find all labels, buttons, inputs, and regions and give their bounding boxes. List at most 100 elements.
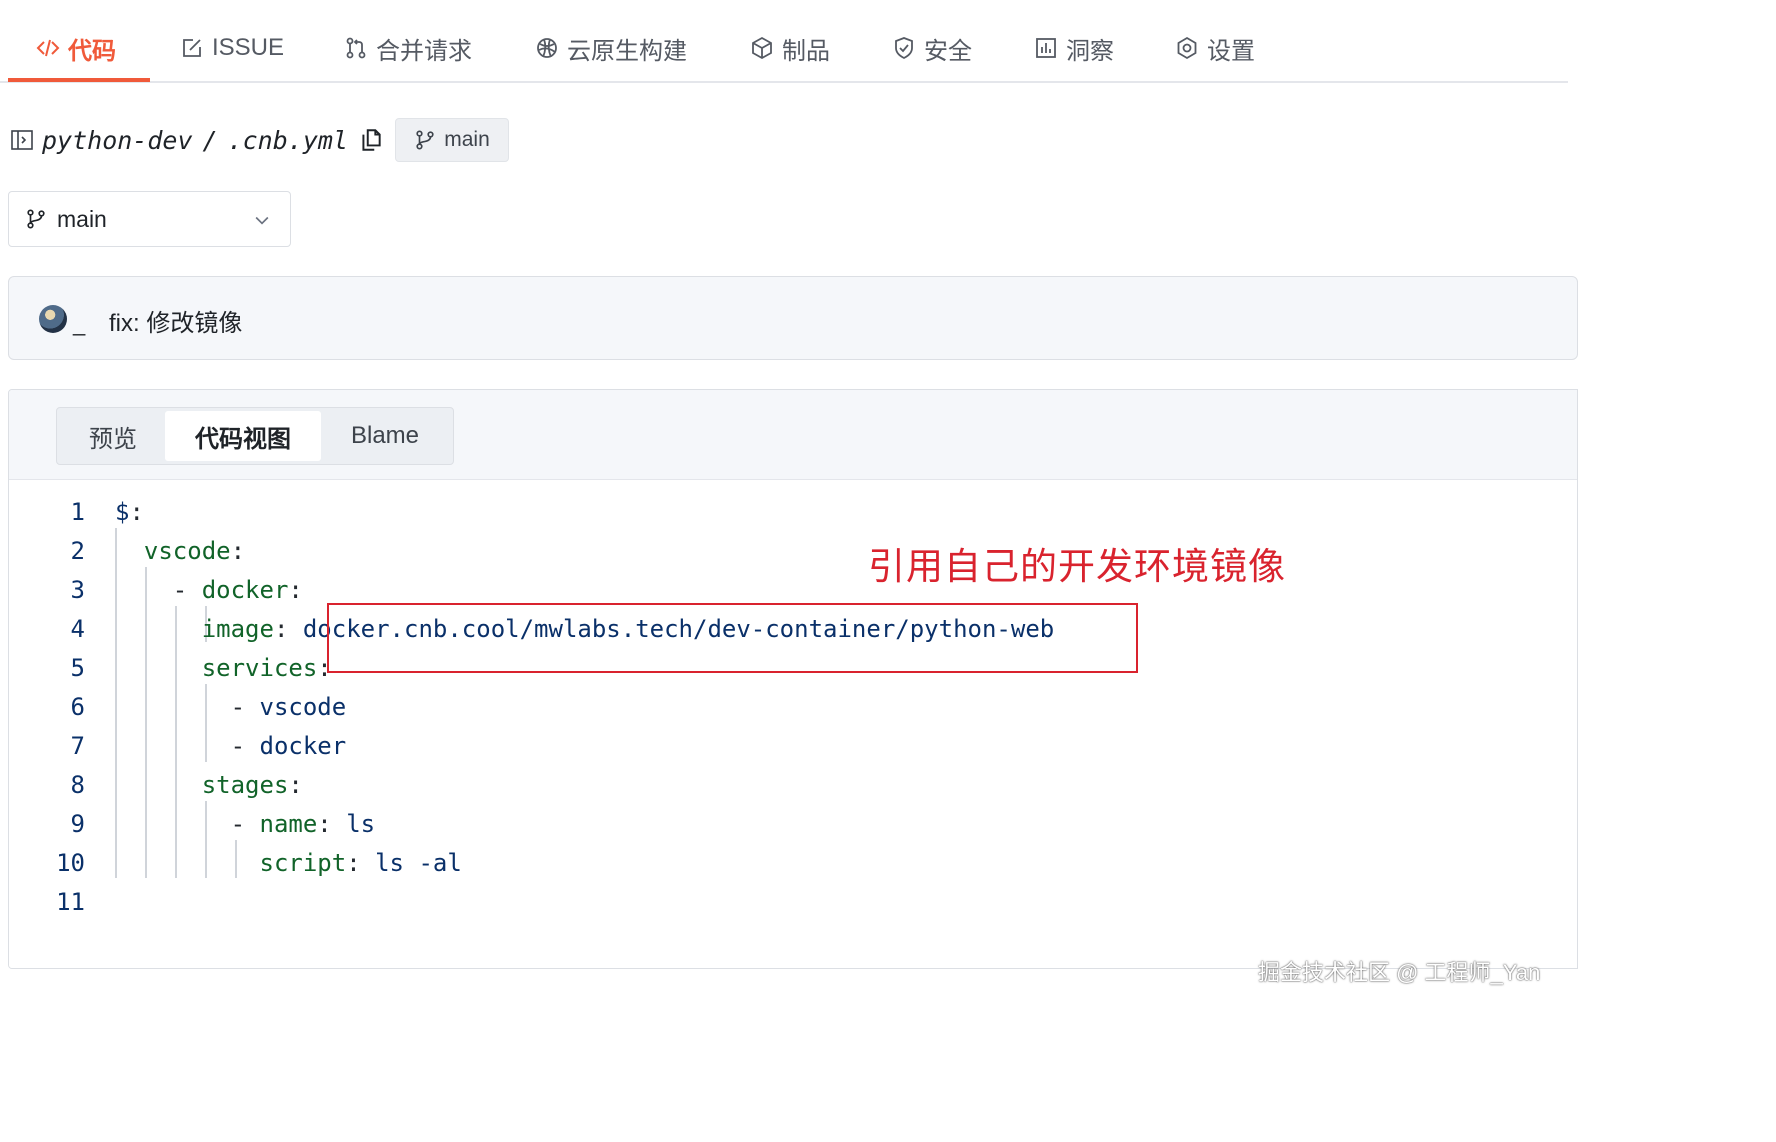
tab-preview[interactable]: 预览 — [61, 411, 165, 461]
tab-insights[interactable]: 洞察 — [1034, 30, 1114, 66]
code-token: ls -al — [375, 849, 462, 877]
line-number[interactable]: 9 — [9, 805, 85, 844]
line-source: services: — [115, 649, 332, 688]
tab-code[interactable]: 代码 — [36, 30, 116, 66]
code-line: 9 - name: ls — [9, 805, 1577, 844]
active-tab-indicator — [8, 78, 150, 82]
sidebar-toggle-icon[interactable] — [10, 128, 34, 152]
line-source: $: — [115, 493, 144, 532]
tab-issue[interactable]: ISSUE — [180, 30, 284, 66]
line-number[interactable]: 7 — [9, 727, 85, 766]
code-line: 7 - docker — [9, 727, 1577, 766]
tab-merge-requests[interactable]: 合并请求 — [344, 30, 472, 66]
code-line: 2 vscode: — [9, 532, 1577, 571]
code-token: - — [115, 810, 260, 838]
line-number[interactable]: 4 — [9, 610, 85, 649]
tab-label: 制品 — [782, 37, 830, 65]
tab-label: 安全 — [924, 37, 972, 65]
build-icon — [537, 38, 557, 58]
code-token: : — [230, 537, 246, 565]
code-token: name — [259, 810, 318, 838]
code-token: - — [115, 576, 202, 604]
tab-label: 设置 — [1207, 37, 1255, 65]
tab-artifacts[interactable]: 制品 — [750, 30, 830, 66]
code-line: 6 - vscode — [9, 688, 1577, 727]
line-number[interactable]: 11 — [9, 883, 85, 922]
code-line: 8 stages: — [9, 766, 1577, 805]
line-source: - docker — [115, 727, 347, 766]
tab-label: 代码 — [68, 37, 116, 65]
latest-commit-bar: _ fix: 修改镜像 — [8, 276, 1578, 360]
view-mode-switch: 预览 代码视图 Blame — [56, 407, 454, 465]
line-number[interactable]: 1 — [9, 493, 85, 532]
code-token: vscode — [259, 693, 347, 721]
file-breadcrumb: python-dev / .cnb.yml — [10, 118, 384, 162]
code-token: image — [201, 615, 274, 643]
commit-author[interactable]: _ — [73, 311, 85, 337]
code-token: vscode — [143, 537, 231, 565]
code-token: : — [288, 771, 303, 799]
highlight-box — [327, 603, 1138, 673]
tab-settings[interactable]: 设置 — [1175, 30, 1255, 66]
code-panel-header: 预览 代码视图 Blame — [9, 390, 1577, 480]
code-viewer: 1 $: 2 vscode: 3 - docker: 4 image: docker.c… — [9, 480, 1577, 968]
line-number[interactable]: 3 — [9, 571, 85, 610]
code-token: : — [288, 576, 303, 604]
tab-code-view[interactable]: 代码视图 — [165, 411, 321, 461]
branch-selector[interactable]: main — [8, 191, 291, 247]
chevron-down-icon — [255, 216, 269, 225]
code-line: 10 script: ls -al — [9, 844, 1577, 883]
tab-security[interactable]: 安全 — [892, 30, 972, 66]
package-icon — [752, 36, 772, 60]
tab-label: 合并请求 — [376, 37, 472, 65]
code-token: stages — [201, 771, 289, 799]
code-line: 1 $: — [9, 493, 1577, 532]
issue-icon — [183, 39, 201, 57]
code-token: : — [273, 615, 303, 643]
code-token: : — [129, 498, 144, 526]
code-token: - — [115, 693, 260, 721]
line-source: - vscode — [115, 688, 347, 727]
line-number[interactable]: 2 — [9, 532, 85, 571]
line-number[interactable]: 6 — [9, 688, 85, 727]
top-nav: 代码 ISSUE 合并请求 云原生构建 制品 安全 洞察 设置 — [0, 0, 1568, 83]
code-panel: 预览 代码视图 Blame 1 $: 2 vscode: 3 - docker: 4 i… — [8, 389, 1578, 969]
line-source: - docker: — [115, 571, 303, 610]
line-number[interactable]: 8 — [9, 766, 85, 805]
shield-icon — [895, 37, 913, 60]
line-source: - name: ls — [115, 805, 376, 844]
avatar[interactable] — [39, 305, 67, 333]
code-icon — [36, 39, 60, 57]
line-source: script: ls -al — [115, 844, 462, 883]
code-token: $ — [115, 498, 130, 526]
file-name: .cnb.yml — [227, 125, 348, 155]
line-number[interactable]: 5 — [9, 649, 85, 688]
code-token: docker — [259, 732, 347, 760]
path-separator: / — [202, 125, 218, 155]
repo-link[interactable]: python-dev — [42, 126, 193, 155]
line-source: stages: — [115, 766, 303, 805]
watermark: 掘金技术社区 @ 工程师_Yan — [1258, 960, 1541, 985]
line-source: vscode: — [115, 532, 245, 571]
code-token: script — [259, 849, 347, 877]
tab-cloud-build[interactable]: 云原生构建 — [535, 30, 687, 66]
copy-icon[interactable] — [358, 127, 384, 153]
tab-label: ISSUE — [212, 34, 285, 61]
code-token: ls — [346, 810, 376, 838]
insights-icon — [1036, 38, 1056, 58]
tab-blame[interactable]: Blame — [321, 411, 449, 461]
commit-message[interactable]: fix: 修改镜像 — [109, 303, 242, 338]
code-token: services — [201, 654, 318, 682]
gear-icon — [1177, 36, 1197, 60]
line-number[interactable]: 10 — [9, 844, 85, 883]
branch-badge: main — [395, 118, 509, 162]
code-token: : — [317, 810, 347, 838]
branch-icon — [416, 130, 434, 150]
code-token: : — [346, 849, 376, 877]
code-token: docker — [201, 576, 289, 604]
